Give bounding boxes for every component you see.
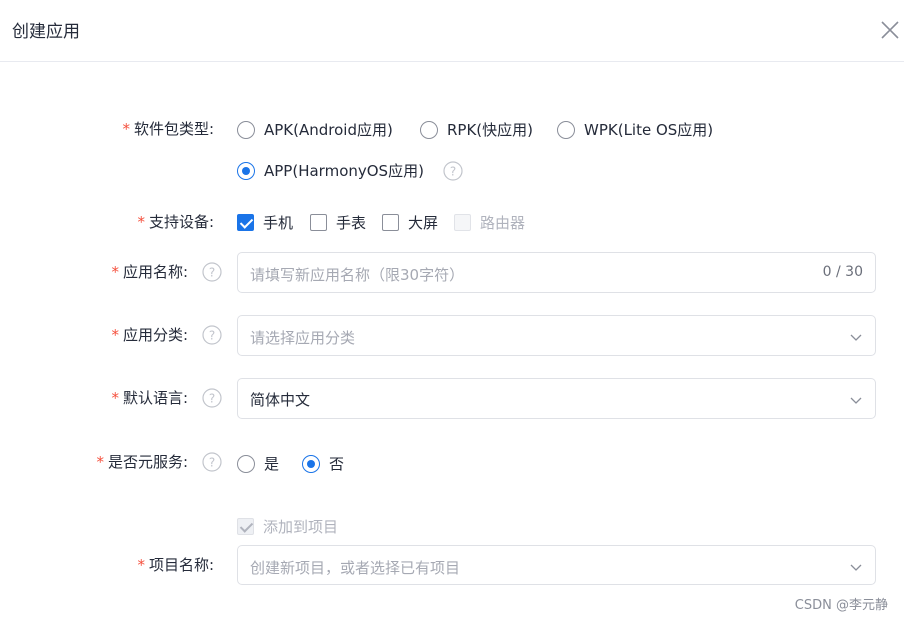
radio-yes[interactable]: 是 xyxy=(237,453,279,474)
default-language-select[interactable]: 简体中文 xyxy=(237,378,876,419)
checkbox-bigscreen[interactable]: 大屏 xyxy=(382,212,438,233)
dialog-title: 创建应用 xyxy=(12,22,80,42)
close-icon xyxy=(881,21,899,39)
app-name-placeholder: 请填写新应用名称（限30字符） xyxy=(250,266,465,284)
add-to-project-label: 添加到项目 xyxy=(263,518,339,536)
project-name-placeholder: 创建新项目，或者选择已有项目 xyxy=(250,559,461,577)
radio-circle-checked xyxy=(237,161,255,180)
radio-apk[interactable]: APK(Android应用) xyxy=(237,119,393,140)
svg-text:?: ? xyxy=(209,266,215,280)
radio-circle xyxy=(420,120,438,139)
radio-no-label: 否 xyxy=(329,455,345,473)
radio-wpk[interactable]: WPK(Lite OS应用) xyxy=(557,119,713,140)
checkbox-add-to-project: 添加到项目 xyxy=(237,516,338,537)
checkbox-box-checked-disabled xyxy=(237,518,254,535)
radio-circle-checked xyxy=(302,454,320,473)
svg-text:?: ? xyxy=(209,456,215,470)
checkbox-box-checked xyxy=(237,214,254,231)
app-name-input[interactable]: 请填写新应用名称（限30字符） 0 / 30 xyxy=(237,252,876,293)
help-icon[interactable]: ? xyxy=(202,325,222,345)
radio-yes-label: 是 xyxy=(264,455,280,473)
close-button[interactable] xyxy=(878,18,902,42)
radio-no[interactable]: 否 xyxy=(302,453,344,474)
chevron-down-icon xyxy=(850,397,862,404)
char-counter: 0 / 30 xyxy=(822,264,863,280)
radio-rpk[interactable]: RPK(快应用) xyxy=(420,119,533,140)
default-language-value: 简体中文 xyxy=(250,391,311,409)
checkbox-router-label: 路由器 xyxy=(480,214,526,232)
project-name-label: * 项目名称: xyxy=(137,556,214,574)
radio-rpk-label: RPK(快应用) xyxy=(447,121,534,139)
watermark: CSDN @李元静 xyxy=(794,598,888,613)
radio-circle xyxy=(237,120,255,139)
checkbox-box xyxy=(310,214,327,231)
checkbox-bigscreen-label: 大屏 xyxy=(408,214,439,232)
radio-circle xyxy=(557,120,575,139)
meta-service-label: * 是否元服务: xyxy=(96,453,188,471)
app-category-placeholder: 请选择应用分类 xyxy=(250,329,356,347)
help-icon[interactable]: ? xyxy=(202,262,222,282)
dialog-header: 创建应用 xyxy=(0,0,904,62)
radio-apk-label: APK(Android应用) xyxy=(264,121,393,139)
radio-wpk-label: WPK(Lite OS应用) xyxy=(584,121,714,139)
svg-text:?: ? xyxy=(450,165,456,179)
app-category-label: * 应用分类: xyxy=(111,326,188,344)
devices-label: * 支持设备: xyxy=(137,213,214,231)
svg-text:?: ? xyxy=(209,329,215,343)
checkbox-phone[interactable]: 手机 xyxy=(237,212,293,233)
radio-app[interactable]: APP(HarmonyOS应用) xyxy=(237,160,424,181)
radio-app-label: APP(HarmonyOS应用) xyxy=(264,162,424,180)
package-type-label: * 软件包类型: xyxy=(122,120,214,138)
app-category-select[interactable]: 请选择应用分类 xyxy=(237,315,876,356)
checkbox-phone-label: 手机 xyxy=(263,214,294,232)
checkbox-box xyxy=(382,214,399,231)
checkbox-watch-label: 手表 xyxy=(336,214,367,232)
default-language-label: * 默认语言: xyxy=(111,389,188,407)
checkbox-watch[interactable]: 手表 xyxy=(310,212,366,233)
checkbox-router: 路由器 xyxy=(454,212,525,233)
svg-text:?: ? xyxy=(209,392,215,406)
help-icon[interactable]: ? xyxy=(202,388,222,408)
help-icon[interactable]: ? xyxy=(202,452,222,472)
chevron-down-icon xyxy=(850,334,862,341)
radio-circle xyxy=(237,454,255,473)
checkbox-box-disabled xyxy=(454,214,471,231)
project-name-select[interactable]: 创建新项目，或者选择已有项目 xyxy=(237,545,876,585)
help-icon[interactable]: ? xyxy=(443,161,463,181)
app-name-label: * 应用名称: xyxy=(111,263,188,281)
chevron-down-icon xyxy=(850,564,862,571)
